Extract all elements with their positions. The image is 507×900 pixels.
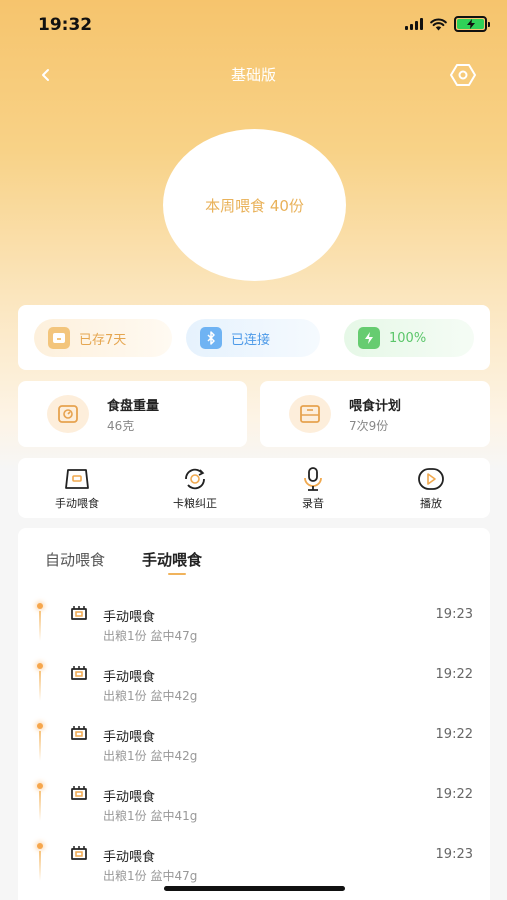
record-row: 手动喂食 出粮1份 盆中47g 19:23 [18, 601, 490, 657]
timeline-line [39, 851, 41, 881]
record-title: 手动喂食 [103, 670, 156, 685]
jam-correction-label: 卡粮纠正 [173, 497, 217, 510]
record-title: 手动喂食 [103, 790, 156, 805]
active-tab-indicator [168, 573, 186, 575]
timeline-dot [37, 843, 43, 849]
record-title: 手动喂食 [103, 610, 156, 625]
record-detail: 出粮1份 盆中47g [103, 869, 198, 883]
page-title: 基础版 [230, 66, 276, 84]
calendar-icon [289, 395, 331, 433]
storage-status-label: 已存7天 [79, 332, 127, 348]
record-row: 手动喂食 出粮1份 盆中42g 19:22 [18, 661, 490, 717]
timeline-line [39, 731, 41, 761]
record-detail: 出粮1份 盆中42g [103, 749, 198, 763]
record-time: 19:23 [435, 607, 473, 622]
record-detail: 出粮1份 盆中41g [103, 809, 198, 823]
status-time: 19:32 [38, 15, 93, 35]
cellular-signal-icon [405, 18, 423, 30]
settings-button[interactable] [449, 61, 477, 89]
tab-auto-feeding[interactable]: 自动喂食 [45, 549, 105, 570]
play-icon [416, 466, 446, 492]
feeding-plan-title: 喂食计划 [349, 399, 402, 414]
food-bowl-icon [62, 466, 92, 492]
food-bowl-icon [69, 664, 89, 682]
status-bar: 19:32 [0, 0, 507, 50]
record-time: 19:22 [435, 787, 473, 802]
storage-box-icon [48, 327, 70, 349]
record-title: 手动喂食 [103, 730, 156, 745]
battery-charging-icon [454, 16, 490, 32]
timeline-dot [37, 603, 43, 609]
weekly-feeding-text: 本周喂食 40份 [205, 196, 304, 215]
timeline-dot [37, 663, 43, 669]
hexagon-settings-icon [450, 64, 476, 86]
timeline-dot [37, 783, 43, 789]
wifi-icon [430, 17, 447, 30]
battery-status-pill: 100% [344, 319, 474, 357]
feeding-plan-card[interactable]: 喂食计划 7次9份 [260, 381, 490, 447]
microphone-icon [298, 466, 328, 492]
food-bowl-icon [69, 844, 89, 862]
jam-correction-button[interactable]: 卡粮纠正 [150, 466, 240, 511]
plate-weight-title: 食盘重量 [107, 399, 160, 414]
food-bowl-icon [69, 604, 89, 622]
record-audio-label: 录音 [302, 497, 324, 510]
play-audio-label: 播放 [420, 497, 442, 510]
timeline-line [39, 791, 41, 821]
battery-charging-icon [358, 327, 380, 349]
status-icons [405, 16, 490, 32]
weekly-feeding-summary: 本周喂食 40份 [163, 129, 346, 281]
record-title: 手动喂食 [103, 850, 156, 865]
play-audio-button[interactable]: 播放 [386, 466, 476, 511]
plate-weight-card[interactable]: 食盘重量 46克 [18, 381, 247, 447]
record-time: 19:22 [435, 667, 473, 682]
record-time: 19:22 [435, 727, 473, 742]
food-bowl-icon [69, 784, 89, 802]
timeline-dot [37, 723, 43, 729]
record-row: 手动喂食 出粮1份 盆中41g 19:22 [18, 781, 490, 837]
rotate-fix-icon [180, 466, 210, 492]
scale-icon [47, 395, 89, 433]
record-audio-button[interactable]: 录音 [268, 466, 358, 511]
device-status-card: 已存7天 已连接 100% [18, 305, 490, 370]
feeding-records-card: 自动喂食 手动喂食 手动喂食 出粮1份 盆中47g 19:23 手动喂食 出粮1… [18, 528, 490, 900]
tab-manual-feeding[interactable]: 手动喂食 [142, 549, 202, 570]
home-indicator[interactable] [164, 886, 345, 891]
nav-bar: 基础版 [0, 55, 507, 95]
food-bowl-icon [69, 724, 89, 742]
manual-feed-button[interactable]: 手动喂食 [32, 466, 122, 511]
manual-feed-label: 手动喂食 [55, 497, 99, 510]
record-time: 19:23 [435, 847, 473, 862]
battery-status-label: 100% [389, 330, 427, 346]
bluetooth-icon [200, 327, 222, 349]
feeding-plan-value: 7次9份 [349, 419, 389, 433]
timeline-line [39, 611, 41, 641]
bluetooth-status-pill: 已连接 [186, 319, 320, 357]
quick-actions-card: 手动喂食 卡粮纠正 录音 播放 [18, 458, 490, 518]
timeline-line [39, 671, 41, 701]
bluetooth-status-label: 已连接 [231, 332, 271, 348]
storage-status-pill: 已存7天 [34, 319, 172, 357]
record-row: 手动喂食 出粮1份 盆中42g 19:22 [18, 721, 490, 777]
record-detail: 出粮1份 盆中47g [103, 629, 198, 643]
record-detail: 出粮1份 盆中42g [103, 689, 198, 703]
plate-weight-value: 46克 [107, 419, 135, 433]
